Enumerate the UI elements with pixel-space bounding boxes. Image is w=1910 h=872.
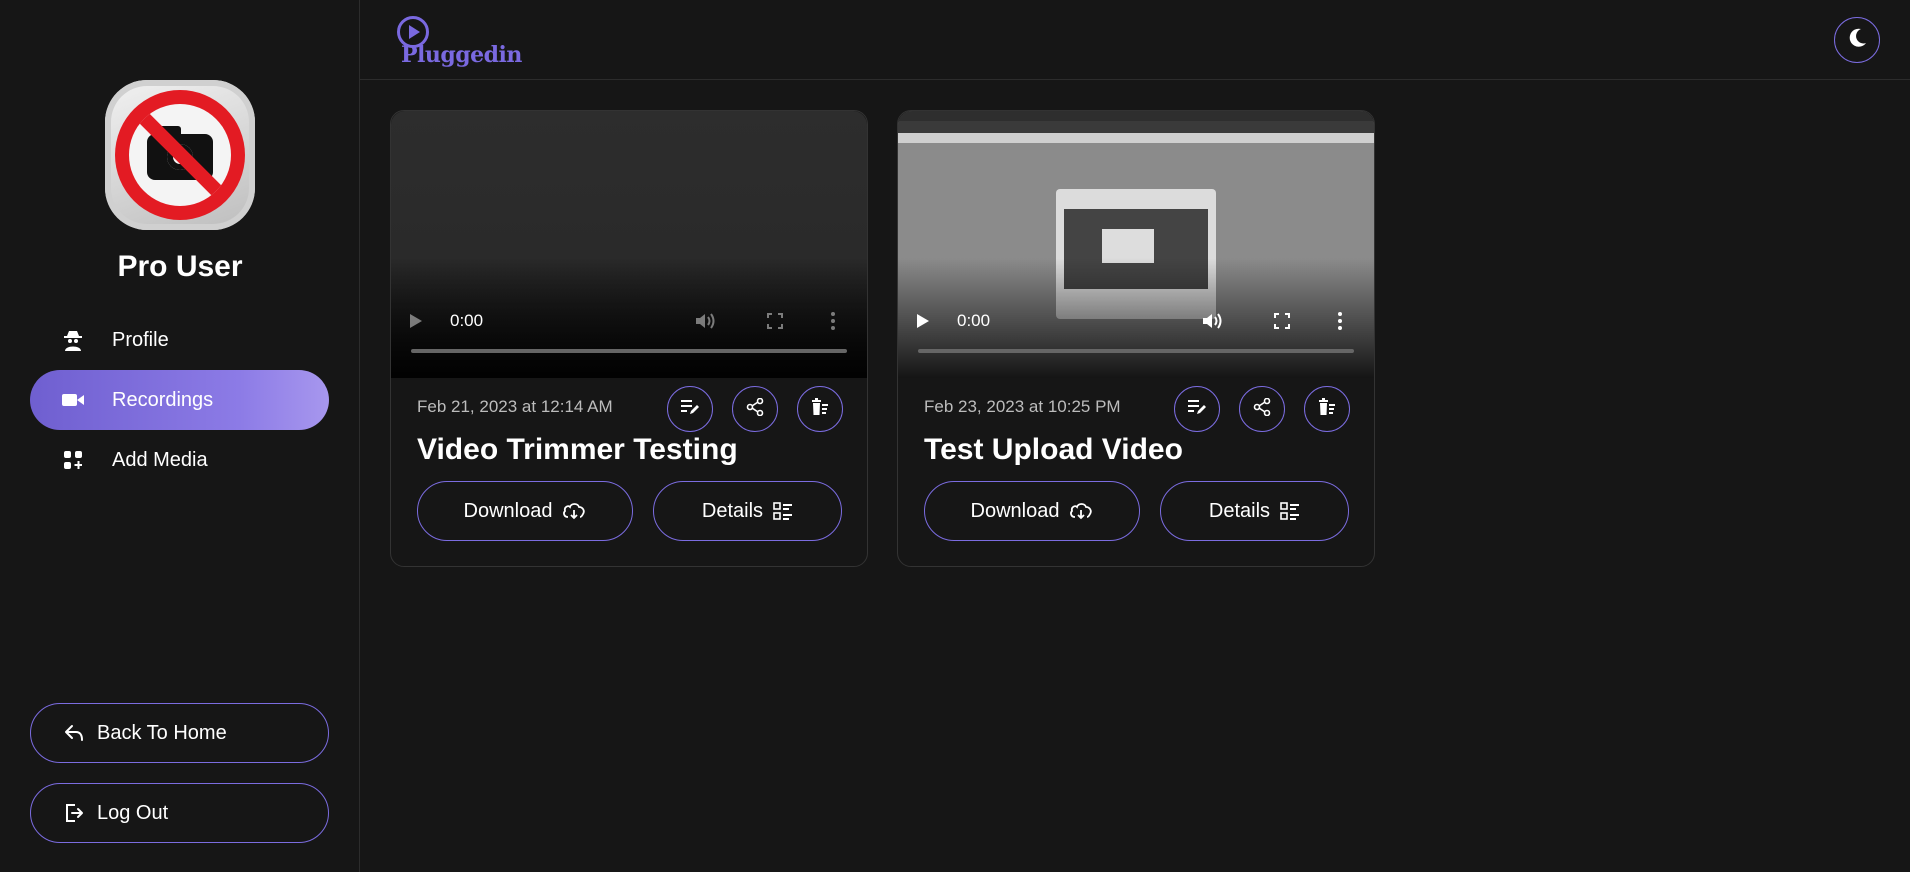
- list-details-icon: [1280, 502, 1300, 520]
- sidebar-item-label: Profile: [112, 328, 169, 351]
- download-button[interactable]: Download: [417, 481, 633, 541]
- recording-title: Video Trimmer Testing: [417, 433, 738, 466]
- trash-icon: [1318, 397, 1336, 421]
- pluggedin-logo[interactable]: Pluggedin: [395, 16, 522, 68]
- volume-icon[interactable]: [1202, 301, 1226, 341]
- avatar: [105, 80, 255, 230]
- delete-button[interactable]: [797, 386, 843, 432]
- download-label: Download: [463, 499, 553, 522]
- share-button[interactable]: [732, 386, 778, 432]
- thumbnail-browser-tabs: [898, 111, 1374, 121]
- play-icon[interactable]: [409, 301, 433, 341]
- share-icon: [746, 397, 764, 421]
- back-to-home-label: Back To Home: [97, 721, 227, 744]
- list-details-icon: [773, 502, 793, 520]
- video-time: 0:00: [957, 311, 991, 330]
- theme-toggle-button[interactable]: [1834, 17, 1880, 63]
- grid-add-icon: [62, 449, 84, 471]
- more-options-icon[interactable]: [831, 301, 847, 341]
- video-progress-bar[interactable]: [918, 349, 1354, 353]
- reply-arrow-icon: [63, 722, 85, 744]
- share-button[interactable]: [1239, 386, 1285, 432]
- edit-list-icon: [1188, 399, 1206, 420]
- download-button[interactable]: Download: [924, 481, 1140, 541]
- cloud-download-icon: [1069, 502, 1093, 520]
- logo-text: Pluggedin: [401, 42, 522, 68]
- log-out-label: Log Out: [97, 801, 169, 824]
- details-button[interactable]: Details: [1160, 481, 1349, 541]
- recording-card: 0:00 Feb 23, 2023 at 10:25 PM Test Uploa…: [897, 110, 1375, 567]
- more-options-icon[interactable]: [1338, 301, 1354, 341]
- thumbnail-bookmarks-bar: [898, 133, 1374, 143]
- fullscreen-icon[interactable]: [767, 301, 791, 341]
- trash-icon: [811, 397, 829, 421]
- details-button[interactable]: Details: [653, 481, 842, 541]
- sidebar-item-recordings[interactable]: Recordings: [30, 370, 329, 430]
- edit-button[interactable]: [1174, 386, 1220, 432]
- user-spy-icon: [62, 329, 84, 351]
- cloud-download-icon: [562, 502, 586, 520]
- edit-button[interactable]: [667, 386, 713, 432]
- app-root: Pro User Profile Recordings Add Media Ba…: [0, 0, 1910, 872]
- user-name: Pro User: [117, 250, 243, 283]
- back-to-home-button[interactable]: Back To Home: [30, 703, 329, 763]
- top-header: Pluggedin: [360, 0, 1910, 80]
- sidebar-item-label: Add Media: [112, 448, 208, 471]
- video-progress-bar[interactable]: [411, 349, 847, 353]
- delete-button[interactable]: [1304, 386, 1350, 432]
- recording-date: Feb 21, 2023 at 12:14 AM: [417, 397, 613, 416]
- recording-date: Feb 23, 2023 at 10:25 PM: [924, 397, 1121, 416]
- volume-icon[interactable]: [695, 301, 719, 341]
- share-icon: [1253, 397, 1271, 421]
- recording-card: 0:00 Feb 21, 2023 at 12:14 AM Video Trim…: [390, 110, 868, 567]
- download-label: Download: [970, 499, 1060, 522]
- play-icon[interactable]: [916, 301, 940, 341]
- thumbnail-url-bar: [898, 121, 1374, 133]
- no-camera-icon: [115, 90, 245, 220]
- log-out-button[interactable]: Log Out: [30, 783, 329, 843]
- moon-icon: [1846, 27, 1868, 54]
- sidebar-item-profile[interactable]: Profile: [30, 310, 329, 370]
- details-label: Details: [1208, 499, 1271, 522]
- video-player[interactable]: 0:00: [898, 111, 1374, 378]
- video-time: 0:00: [450, 311, 484, 330]
- sidebar-item-add-media[interactable]: Add Media: [30, 430, 329, 490]
- video-camera-icon: [62, 389, 84, 411]
- logout-icon: [63, 802, 85, 824]
- sidebar-item-label: Recordings: [112, 388, 214, 411]
- fullscreen-icon[interactable]: [1274, 301, 1298, 341]
- details-label: Details: [701, 499, 764, 522]
- video-player[interactable]: 0:00: [391, 111, 867, 378]
- edit-list-icon: [681, 399, 699, 420]
- sidebar: Pro User Profile Recordings Add Media Ba…: [0, 0, 360, 872]
- recording-title: Test Upload Video: [924, 433, 1183, 466]
